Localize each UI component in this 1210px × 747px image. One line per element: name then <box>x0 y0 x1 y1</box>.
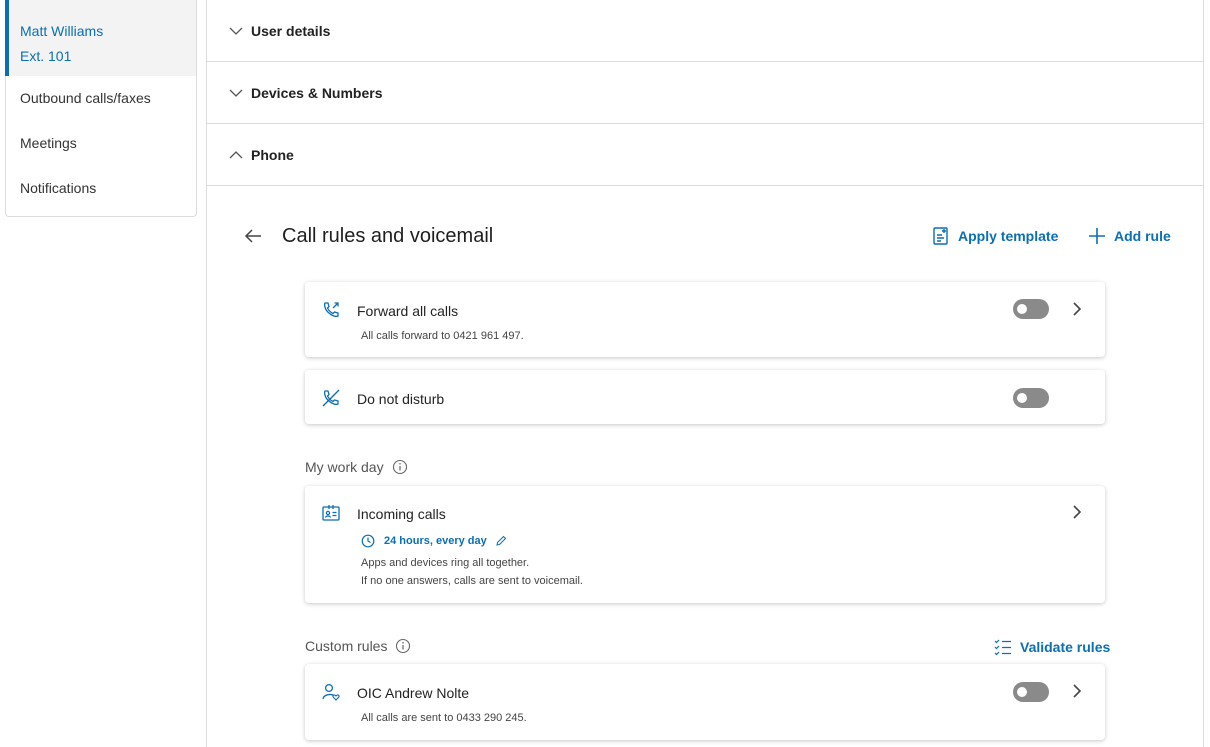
section-my-work-day: My work day <box>305 459 408 475</box>
info-icon[interactable] <box>395 638 411 654</box>
call-rules-header: Call rules and voicemail Apply template … <box>207 218 1205 256</box>
back-arrow-icon[interactable] <box>243 226 263 246</box>
page-title: Call rules and voicemail <box>282 225 494 247</box>
rule-card-forward-all-calls[interactable]: Forward all calls All calls forward to 0… <box>305 282 1105 357</box>
user-extension: Ext. 101 <box>20 48 72 64</box>
section-label: Custom rules <box>305 638 388 654</box>
schedule-text: 24 hours, every day <box>384 535 487 547</box>
phone-forward-icon <box>323 302 339 318</box>
settings-sidebar: Matt Williams Ext. 101 Outbound calls/fa… <box>5 0 197 217</box>
user-name: Matt Williams <box>20 23 104 39</box>
rule-description: All calls are sent to 0433 290 245. <box>361 712 527 724</box>
forward-all-calls-toggle[interactable] <box>1013 299 1049 319</box>
rule-card-custom-rule[interactable]: OIC Andrew Nolte All calls are sent to 0… <box>305 664 1105 740</box>
sidebar-item-outbound-calls[interactable]: Outbound calls/faxes <box>6 76 196 121</box>
section-label: My work day <box>305 459 384 475</box>
contact-card-icon <box>322 505 340 521</box>
section-custom-rules: Custom rules <box>305 638 411 654</box>
pencil-icon <box>496 535 506 546</box>
chevron-down-icon <box>229 89 243 97</box>
sidebar-item-notifications[interactable]: Notifications <box>6 166 196 211</box>
main-panel: User details Devices & Numbers Phone Cal… <box>206 0 1204 747</box>
chevron-right-icon[interactable] <box>1069 504 1085 520</box>
chevron-down-icon <box>229 27 243 35</box>
apply-template-button[interactable]: Apply template <box>931 226 1058 246</box>
checklist-icon <box>994 639 1011 656</box>
rule-description-line1: Apps and devices ring all together. <box>361 557 530 569</box>
template-icon <box>933 227 948 245</box>
custom-rule-toggle[interactable] <box>1013 682 1049 702</box>
rule-card-incoming-calls[interactable]: Incoming calls 24 hours, every day Apps … <box>305 486 1105 603</box>
sidebar-item-meetings[interactable]: Meetings <box>6 121 196 166</box>
plus-icon <box>1089 228 1105 244</box>
apply-template-label: Apply template <box>958 228 1059 244</box>
rule-title: Forward all calls <box>357 303 459 319</box>
user-heart-icon <box>322 683 340 701</box>
add-rule-label: Add rule <box>1114 228 1171 244</box>
validate-rules-label: Validate rules <box>1020 639 1111 655</box>
accordion-title: Phone <box>251 146 294 163</box>
rule-title: Do not disturb <box>357 391 445 407</box>
chevron-right-icon[interactable] <box>1069 301 1085 317</box>
rule-description-line2: If no one answers, calls are sent to voi… <box>361 575 583 587</box>
schedule-link[interactable]: 24 hours, every day <box>361 534 507 548</box>
chevron-up-icon <box>229 150 243 158</box>
rule-title: Incoming calls <box>357 506 446 522</box>
rule-card-do-not-disturb[interactable]: Do not disturb <box>305 370 1105 424</box>
rule-title: OIC Andrew Nolte <box>357 685 470 701</box>
accordion-devices-numbers[interactable]: Devices & Numbers <box>207 62 1203 124</box>
sidebar-user-selected[interactable]: Matt Williams Ext. 101 <box>5 0 196 76</box>
accordion-phone[interactable]: Phone <box>207 124 1203 186</box>
phone-muted-icon <box>322 389 340 407</box>
accordion-title: User details <box>251 22 331 39</box>
info-icon[interactable] <box>392 459 408 475</box>
clock-icon <box>361 534 375 548</box>
rule-description: All calls forward to 0421 961 497. <box>361 330 524 342</box>
accordion-user-details[interactable]: User details <box>207 0 1203 62</box>
do-not-disturb-toggle[interactable] <box>1013 388 1049 408</box>
accordion-title: Devices & Numbers <box>251 84 383 101</box>
add-rule-button[interactable]: Add rule <box>1087 226 1171 246</box>
chevron-right-icon[interactable] <box>1069 683 1085 699</box>
validate-rules-button[interactable]: Validate rules <box>993 637 1110 657</box>
